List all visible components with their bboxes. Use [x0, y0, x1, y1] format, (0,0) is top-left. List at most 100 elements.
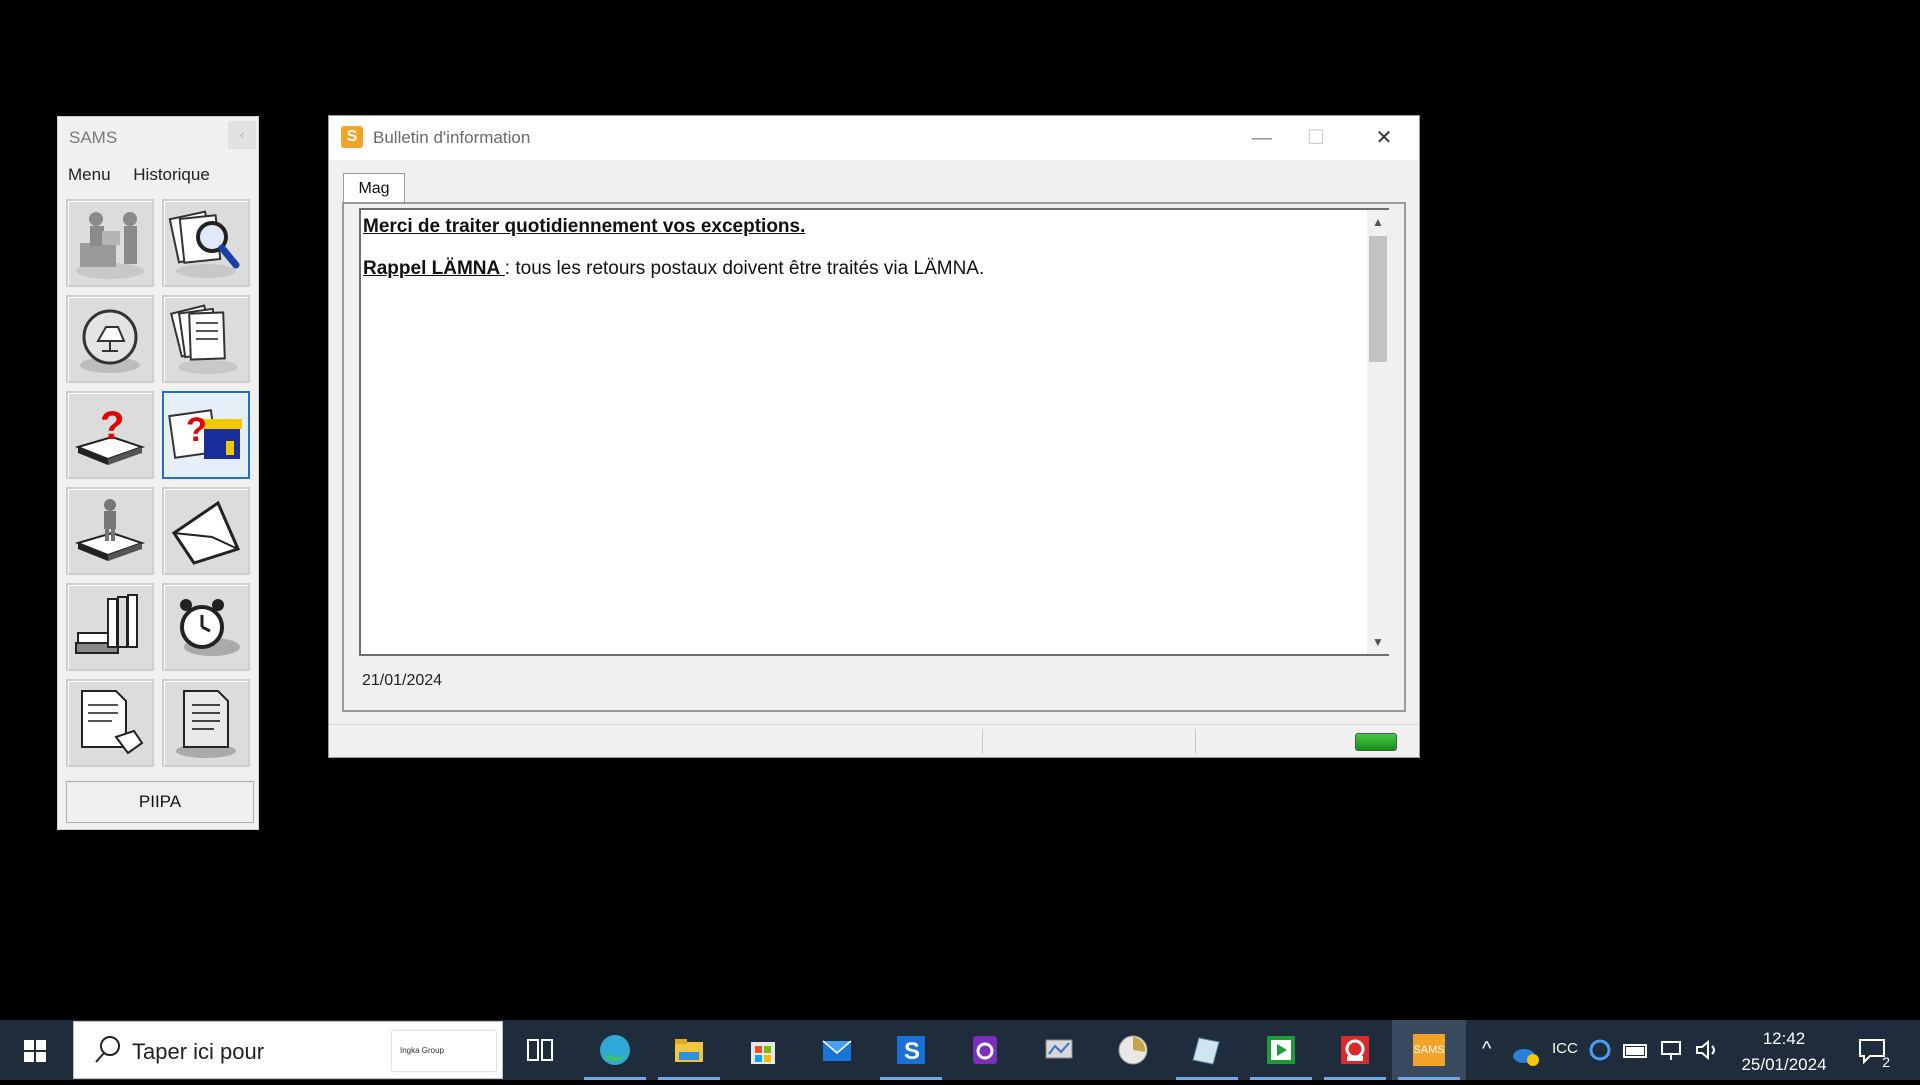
notification-center-button[interactable]: 2	[1856, 1034, 1890, 1070]
status-separator	[982, 729, 983, 753]
printed-document-tile[interactable]	[162, 679, 250, 767]
message-reminder: Rappel LÄMNA : tous les retours postaux …	[363, 258, 1365, 280]
question-store-tile[interactable]: ?	[162, 391, 250, 479]
status-bar	[329, 724, 1419, 757]
scroll-down-icon[interactable]: ▼	[1367, 632, 1389, 652]
scroll-up-icon[interactable]: ▲	[1367, 212, 1389, 232]
svg-text:S: S	[904, 1038, 920, 1065]
message-area[interactable]: Merci de traiter quotidiennement vos exc…	[359, 208, 1389, 656]
task-view-button[interactable]	[503, 1020, 577, 1080]
sams-app-icon: S	[341, 126, 363, 148]
message-text: Merci de traiter quotidiennement vos exc…	[363, 212, 1365, 280]
folder-icon	[675, 1039, 703, 1062]
purple-app-icon	[973, 1036, 997, 1064]
clock-date: 25/01/2024	[1741, 1055, 1827, 1074]
clock-app-taskbar-button[interactable]	[1096, 1020, 1170, 1080]
question-on-tray-tile[interactable]: ?	[66, 391, 154, 479]
edge-icon	[600, 1035, 630, 1065]
store-icon	[751, 1042, 775, 1064]
reminder-label: Rappel LÄMNA	[363, 258, 505, 279]
svg-text:?: ?	[100, 404, 124, 448]
battery-icon[interactable]	[1622, 1040, 1650, 1060]
s-app-taskbar-button[interactable]: S	[874, 1020, 948, 1080]
close-button[interactable]: ✕	[1361, 122, 1407, 154]
person-on-tray-icon	[74, 499, 146, 561]
envelope-icon	[171, 500, 241, 565]
worker-at-desk-icon	[76, 212, 144, 279]
alarm-clock-tile[interactable]	[162, 583, 250, 671]
clock-time: 12:42	[1762, 1029, 1806, 1048]
documents-magnifier-icon	[168, 210, 240, 278]
search-icon	[95, 1036, 120, 1063]
support-app-taskbar-button[interactable]	[1318, 1020, 1392, 1080]
binders-books-tile[interactable]	[66, 583, 154, 671]
paper-app-icon	[1192, 1037, 1220, 1065]
lamp-magnifier-icon	[80, 309, 140, 373]
onedrive-warning-icon[interactable]	[1512, 1042, 1540, 1066]
notification-count: 2	[1882, 1054, 1890, 1070]
document-stack-icon	[169, 304, 238, 374]
scroll-thumb[interactable]	[1369, 236, 1387, 362]
play-app-taskbar-button[interactable]	[1244, 1020, 1318, 1080]
binders-books-icon	[75, 594, 138, 654]
sams-title: SAMS	[69, 128, 118, 147]
piipa-button[interactable]: PIIPA	[66, 781, 254, 823]
show-hidden-icons-button[interactable]: ^	[1482, 1038, 1491, 1061]
file-explorer-taskbar-button[interactable]	[652, 1020, 726, 1080]
message-heading: Merci de traiter quotidiennement vos exc…	[363, 216, 806, 237]
support-app-icon	[1341, 1036, 1369, 1064]
window-title: Bulletin d'information	[373, 128, 531, 147]
store-taskbar-button[interactable]	[726, 1020, 800, 1080]
reminder-text: : tous les retours postaux doivent être …	[504, 258, 985, 279]
sams-panel: SAMS ‹ Menu Historique ? ? PIIPA	[57, 116, 259, 830]
tab-panel: Merci de traiter quotidiennement vos exc…	[342, 202, 1406, 712]
status-separator	[1195, 729, 1196, 753]
menu-item-menu[interactable]: Menu	[68, 165, 111, 184]
maximize-button: ☐	[1307, 127, 1325, 149]
monitor-app-icon	[1045, 1039, 1073, 1059]
window-titlebar[interactable]: S Bulletin d'information — ☐ ✕	[329, 116, 1419, 160]
clock-app-icon	[1118, 1035, 1148, 1065]
edge-taskbar-button[interactable]	[578, 1020, 652, 1080]
sync-icon[interactable]	[1588, 1038, 1612, 1062]
printed-document-icon	[176, 690, 236, 758]
lamp-magnifier-tile[interactable]	[66, 295, 154, 383]
taskbar-clock[interactable]: 12:42 25/01/2024	[1716, 1026, 1852, 1078]
minimize-button[interactable]: —	[1239, 122, 1285, 154]
mail-icon	[822, 1040, 852, 1061]
play-app-icon	[1267, 1036, 1295, 1064]
collapse-button[interactable]: ‹	[228, 121, 256, 149]
monitor-app-taskbar-button[interactable]	[1022, 1020, 1096, 1080]
sams-taskbar-button[interactable]: SAMS	[1392, 1020, 1466, 1080]
s-app-icon: S	[897, 1036, 925, 1065]
bulletin-window: S Bulletin d'information — ☐ ✕ Mag Merci…	[328, 115, 1420, 758]
worker-at-desk-tile[interactable]	[66, 199, 154, 287]
tab-mag[interactable]: Mag	[343, 173, 405, 203]
person-on-tray-tile[interactable]	[66, 487, 154, 575]
document-stack-tile[interactable]	[162, 295, 250, 383]
document-hand-tile[interactable]	[66, 679, 154, 767]
task-view-icon	[527, 1039, 553, 1061]
search-highlight-badge: Ingka Group	[392, 1031, 496, 1071]
network-icon[interactable]	[1658, 1038, 1686, 1062]
bulletin-date: 21/01/2024	[362, 672, 443, 689]
taskbar-search-box[interactable]: Taper ici pour Ingka Group	[73, 1021, 503, 1079]
vertical-scrollbar[interactable]: ▲ ▼	[1367, 210, 1389, 654]
taskbar: Taper ici pour Ingka Group S SAMS ^ ICC …	[0, 1020, 1920, 1080]
connection-status-icon	[1355, 733, 1397, 751]
svg-text:?: ?	[186, 411, 207, 449]
search-placeholder: Taper ici pour	[132, 1039, 265, 1064]
documents-magnifier-tile[interactable]	[162, 199, 250, 287]
purple-app-taskbar-button[interactable]	[948, 1020, 1022, 1080]
question-on-tray-icon: ?	[74, 404, 146, 465]
menu-item-historique[interactable]: Historique	[133, 165, 210, 184]
mail-taskbar-button[interactable]	[800, 1020, 874, 1080]
document-hand-icon	[81, 690, 144, 755]
envelope-tile[interactable]	[162, 487, 250, 575]
question-store-icon: ?	[168, 409, 242, 459]
windows-logo-icon	[24, 1040, 46, 1062]
paper-app-taskbar-button[interactable]	[1170, 1020, 1244, 1080]
language-indicator[interactable]: ICC	[1552, 1040, 1578, 1057]
sams-app-taskbar-icon: SAMS	[1413, 1034, 1445, 1066]
start-button[interactable]	[0, 1020, 70, 1080]
